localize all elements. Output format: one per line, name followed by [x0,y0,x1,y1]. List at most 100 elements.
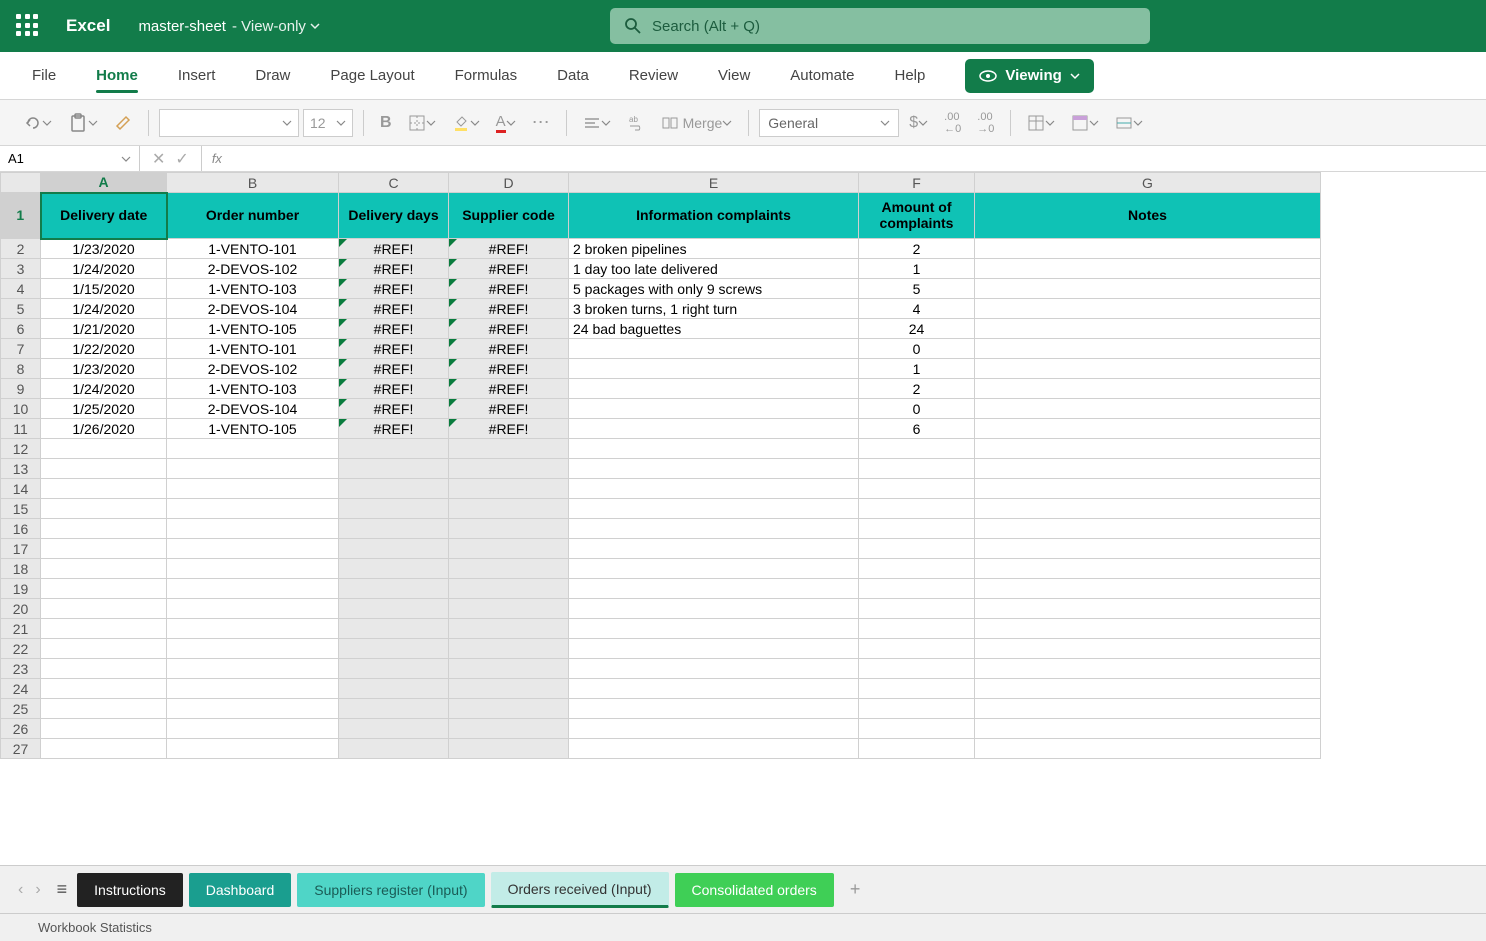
cell[interactable] [449,599,569,619]
search-input[interactable]: Search (Alt + Q) [610,8,1150,44]
row-header[interactable]: 12 [1,439,41,459]
increase-decimal-button[interactable]: .00←0 [938,107,967,139]
cell[interactable] [569,379,859,399]
cell[interactable]: 2-DEVOS-104 [167,299,339,319]
cell[interactable] [975,419,1321,439]
cell[interactable] [859,739,975,759]
row-header[interactable]: 23 [1,659,41,679]
cell[interactable] [569,479,859,499]
cell[interactable] [569,399,859,419]
cell[interactable] [569,499,859,519]
cell[interactable]: 0 [859,339,975,359]
cell[interactable] [569,559,859,579]
col-header-G[interactable]: G [975,173,1321,193]
cell[interactable] [975,619,1321,639]
cell[interactable] [167,659,339,679]
cell[interactable] [167,619,339,639]
cell[interactable] [449,439,569,459]
row-header[interactable]: 1 [1,193,41,239]
row-header[interactable]: 13 [1,459,41,479]
cell[interactable]: 1 [859,359,975,379]
cell[interactable] [167,579,339,599]
cell[interactable]: 1-VENTO-101 [167,239,339,259]
tab-home[interactable]: Home [76,52,158,99]
cell[interactable] [449,559,569,579]
more-font-button[interactable]: ⋯ [526,108,556,137]
cell[interactable] [167,699,339,719]
bold-button[interactable]: B [374,110,398,136]
cell[interactable] [449,739,569,759]
cell[interactable] [41,699,167,719]
cell[interactable] [41,499,167,519]
cell[interactable] [569,659,859,679]
cell[interactable]: #REF! [449,279,569,299]
cell[interactable] [859,559,975,579]
cell[interactable]: 1/23/2020 [41,239,167,259]
row-header[interactable]: 6 [1,319,41,339]
cell[interactable] [167,679,339,699]
tab-formulas[interactable]: Formulas [435,52,538,99]
cell[interactable] [339,639,449,659]
cell[interactable] [339,559,449,579]
cell[interactable] [569,699,859,719]
cell[interactable]: 1/24/2020 [41,259,167,279]
select-all-corner[interactable] [1,173,41,193]
cell[interactable] [449,539,569,559]
cell[interactable] [167,439,339,459]
spreadsheet-grid[interactable]: A B C D E F G 1Delivery dateOrder number… [0,172,1486,865]
confirm-icon[interactable]: ✓ [175,149,188,169]
cell[interactable] [569,339,859,359]
cell[interactable]: 4 [859,299,975,319]
cell[interactable] [975,719,1321,739]
undo-button[interactable] [18,110,58,136]
cell[interactable]: 1/22/2020 [41,339,167,359]
cell[interactable] [569,679,859,699]
cell[interactable] [859,439,975,459]
cell[interactable]: #REF! [449,359,569,379]
cell[interactable] [975,579,1321,599]
cell[interactable] [975,379,1321,399]
cell[interactable]: 24 bad baguettes [569,319,859,339]
cell[interactable]: 2 broken pipelines [569,239,859,259]
align-button[interactable] [577,110,617,136]
cell[interactable]: 2 [859,239,975,259]
sheet-tab-orders[interactable]: Orders received (Input) [491,872,669,908]
cell[interactable] [41,719,167,739]
format-painter-button[interactable] [108,110,138,136]
row-header[interactable]: 9 [1,379,41,399]
cell[interactable] [569,619,859,639]
cell[interactable] [975,639,1321,659]
col-header-B[interactable]: B [167,173,339,193]
row-header[interactable]: 5 [1,299,41,319]
font-color-button[interactable]: A [490,109,522,137]
currency-button[interactable]: $ [903,110,934,136]
workbook-stats[interactable]: Workbook Statistics [38,920,152,935]
cell[interactable]: 5 [859,279,975,299]
merge-button[interactable]: Merge [655,110,739,136]
cell[interactable] [167,499,339,519]
row-header[interactable]: 7 [1,339,41,359]
cell[interactable]: 1/23/2020 [41,359,167,379]
row-header[interactable]: 22 [1,639,41,659]
cell[interactable]: 1-VENTO-103 [167,379,339,399]
cell[interactable]: #REF! [449,239,569,259]
format-table-button[interactable] [1065,110,1105,136]
cell[interactable] [339,599,449,619]
cell[interactable] [449,579,569,599]
cell[interactable] [975,319,1321,339]
cell[interactable]: #REF! [449,379,569,399]
tab-view[interactable]: View [698,52,770,99]
cell[interactable]: #REF! [449,319,569,339]
cell[interactable] [859,619,975,639]
cell[interactable] [975,559,1321,579]
cell[interactable] [975,659,1321,679]
row-header[interactable]: 15 [1,499,41,519]
cell[interactable]: #REF! [339,419,449,439]
cell[interactable] [167,459,339,479]
tab-help[interactable]: Help [875,52,946,99]
cell[interactable] [41,679,167,699]
cell[interactable] [41,559,167,579]
cell[interactable]: 1-VENTO-105 [167,319,339,339]
cell[interactable] [975,499,1321,519]
cell[interactable] [859,719,975,739]
